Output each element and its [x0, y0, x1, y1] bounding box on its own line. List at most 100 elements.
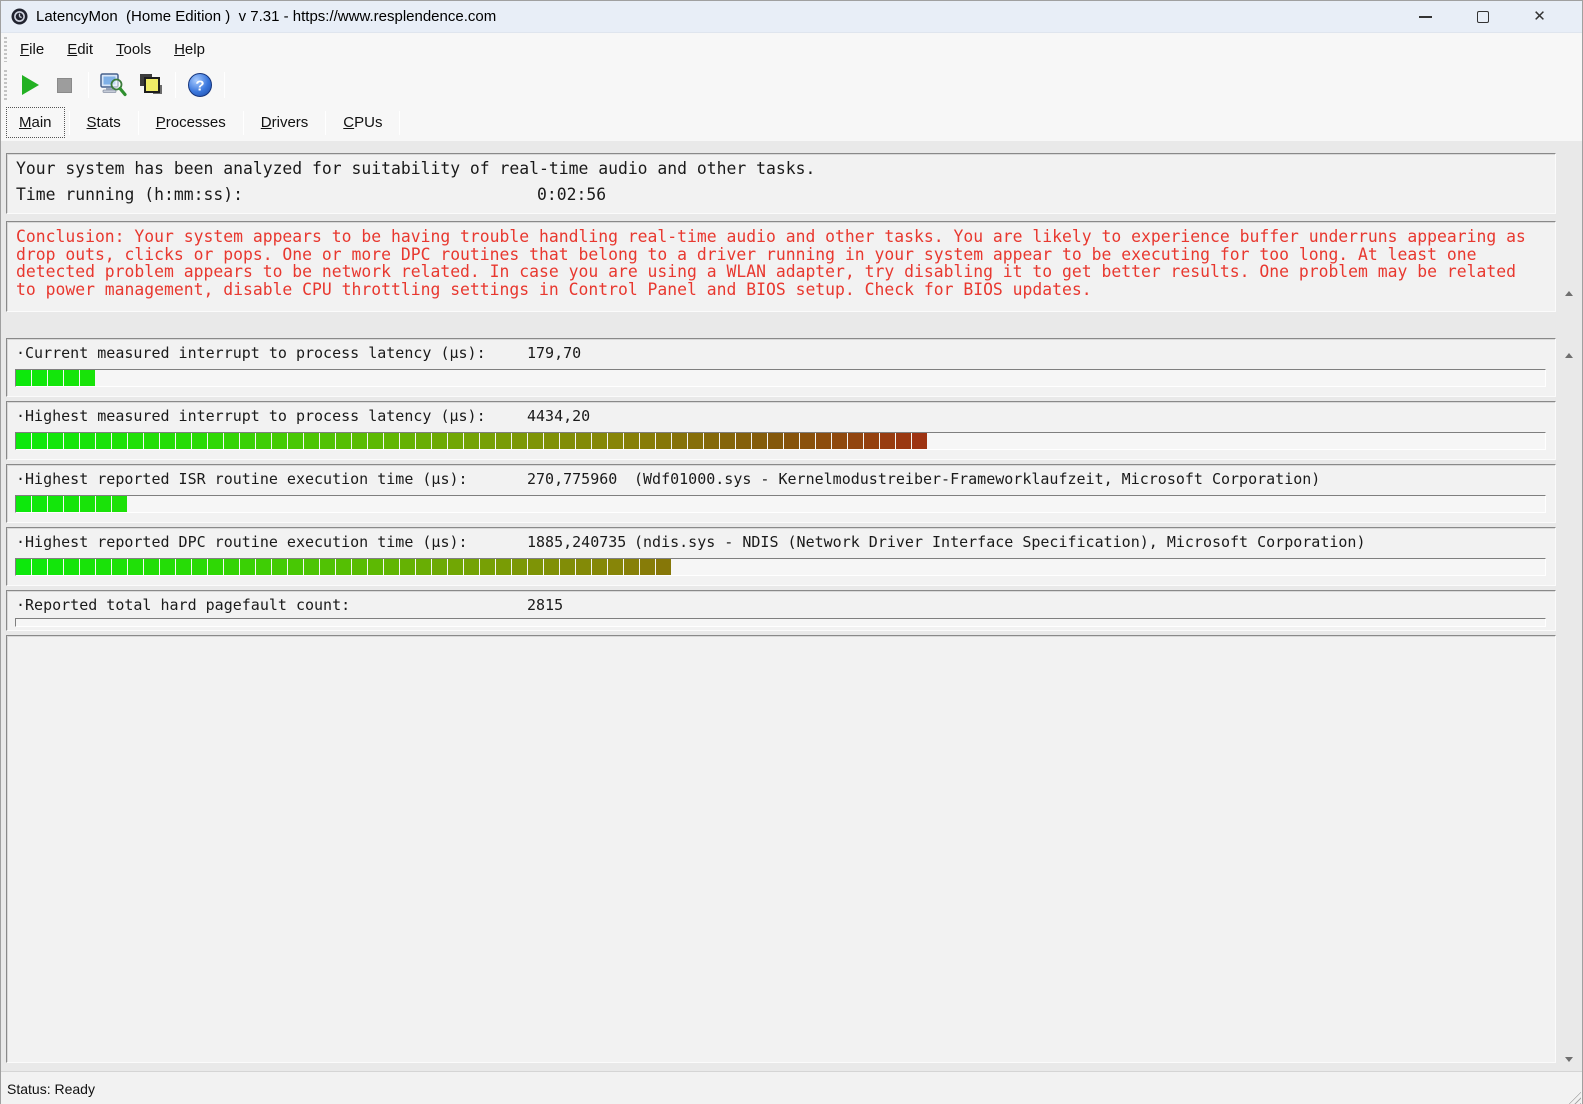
analysis-info-panel: Your system has been analyzed for suitab… — [6, 153, 1556, 214]
gauge-detail: (ndis.sys - NDIS (Network Driver Interfa… — [634, 533, 1366, 551]
gauge-segment — [576, 433, 591, 449]
gauge-panel: ·Highest reported ISR routine execution … — [6, 464, 1556, 523]
gauge-segment — [704, 433, 719, 449]
gauge-segment — [320, 433, 335, 449]
menu-item-file[interactable]: File — [11, 36, 53, 63]
gauge-segment — [48, 370, 63, 386]
gauge-segment — [128, 559, 143, 575]
app-icon — [11, 8, 28, 25]
help-button[interactable]: ? — [183, 69, 217, 101]
gauge-segment — [176, 559, 191, 575]
gauge-label-row: ·Highest measured interrupt to process l… — [7, 402, 1555, 425]
gauge-value: 270,775960 — [527, 470, 617, 488]
processes-window-button[interactable] — [134, 69, 168, 101]
gauge-segment — [464, 559, 479, 575]
gauge-segment — [224, 559, 239, 575]
analyze-button[interactable] — [96, 69, 130, 101]
gauge-segment — [160, 433, 175, 449]
gauge-label: ·Highest reported DPC routine execution … — [16, 533, 468, 551]
time-running-row: Time running (h:mm:ss): 0:02:56 — [7, 186, 1555, 204]
resize-grip[interactable] — [1567, 1090, 1581, 1104]
gauge-segment — [80, 370, 95, 386]
tab-processes[interactable]: Processes — [143, 107, 239, 138]
gauge-segment — [592, 559, 607, 575]
gauge-segment — [128, 433, 143, 449]
gauge-segment — [16, 433, 31, 449]
gauge-segment — [560, 433, 575, 449]
gauge-segment — [64, 559, 79, 575]
gauge-value: 4434,20 — [527, 407, 590, 425]
tab-main[interactable]: Main — [6, 107, 65, 138]
gauge-segment — [624, 433, 639, 449]
window-title: LatencyMon (Home Edition ) v 7.31 - http… — [36, 8, 496, 25]
gauge-segment — [720, 433, 735, 449]
gauge-segment — [32, 433, 47, 449]
gauge-segment — [768, 433, 783, 449]
gauge-segment — [752, 433, 767, 449]
gauge-label-row: ·Current measured interrupt to process l… — [7, 339, 1555, 362]
tab-stats[interactable]: Stats — [74, 107, 134, 138]
gauge-segment — [544, 433, 559, 449]
gauge-segment — [240, 433, 255, 449]
gauge-segment — [384, 433, 399, 449]
gauge-segment — [576, 559, 591, 575]
gauge-segment — [784, 433, 799, 449]
menu-item-help[interactable]: Help — [165, 36, 214, 63]
gauge-segment — [832, 433, 847, 449]
gauge-label: ·Highest measured interrupt to process l… — [16, 407, 486, 425]
gauge-segment — [528, 433, 543, 449]
play-icon — [22, 75, 39, 95]
gauge-segment — [336, 559, 351, 575]
gauge-label-row: ·Highest reported ISR routine execution … — [7, 465, 1555, 488]
time-running-label: Time running (h:mm:ss): — [16, 185, 243, 204]
gauge-segment — [304, 559, 319, 575]
tab-drivers[interactable]: Drivers — [248, 107, 322, 138]
scroll-down-arrow[interactable] — [1565, 1057, 1573, 1062]
gauge-segment — [80, 433, 95, 449]
toolbar-separator — [88, 72, 89, 98]
toolbar: ? — [1, 66, 1582, 104]
gauge-segment — [464, 433, 479, 449]
tab-cpus[interactable]: CPUs — [330, 107, 395, 138]
status-text: Status: Ready — [7, 1081, 95, 1097]
gauge-panel: ·Highest reported DPC routine execution … — [6, 527, 1556, 586]
close-button[interactable]: ✕ — [1511, 1, 1568, 32]
overlapping-squares-icon — [138, 72, 165, 98]
menu-item-edit[interactable]: Edit — [58, 36, 102, 63]
maximize-icon — [1477, 11, 1489, 23]
gauge-segment — [480, 433, 495, 449]
gauge-segment — [80, 559, 95, 575]
latencymon-window: LatencyMon (Home Edition ) v 7.31 - http… — [0, 0, 1583, 1104]
gauge-bar — [15, 558, 1546, 576]
maximize-button[interactable] — [1454, 1, 1511, 32]
empty-panel — [6, 635, 1556, 1063]
stop-icon — [57, 78, 72, 93]
gauge-label-row: ·Highest reported DPC routine execution … — [7, 528, 1555, 551]
status-bar: Status: Ready — [1, 1071, 1582, 1104]
tab-separator — [325, 111, 326, 135]
computer-search-icon — [99, 72, 127, 98]
gauge-segment — [80, 496, 95, 512]
gauge-segment — [432, 433, 447, 449]
gauge-segment — [336, 433, 351, 449]
menu-item-tools[interactable]: Tools — [107, 36, 160, 63]
gauge-segment — [352, 559, 367, 575]
gauge-segment — [528, 559, 543, 575]
scroll-up-arrow[interactable] — [1565, 353, 1573, 358]
gauge-segment — [112, 559, 127, 575]
gauge-segment — [400, 433, 415, 449]
minimize-button[interactable] — [1397, 1, 1454, 32]
tab-separator — [399, 111, 400, 135]
start-monitor-button[interactable] — [9, 69, 43, 101]
scroll-up-arrow[interactable] — [1565, 291, 1573, 296]
gauge-segment — [64, 370, 79, 386]
tab-separator — [138, 111, 139, 135]
gauge-segment — [96, 496, 111, 512]
gauge-segment — [112, 433, 127, 449]
gauge-segment — [304, 433, 319, 449]
gauge-segment — [240, 559, 255, 575]
gauge-segment — [656, 559, 671, 575]
gauge-segment — [688, 433, 703, 449]
gauge-segment — [496, 433, 511, 449]
stop-monitor-button[interactable] — [47, 69, 81, 101]
